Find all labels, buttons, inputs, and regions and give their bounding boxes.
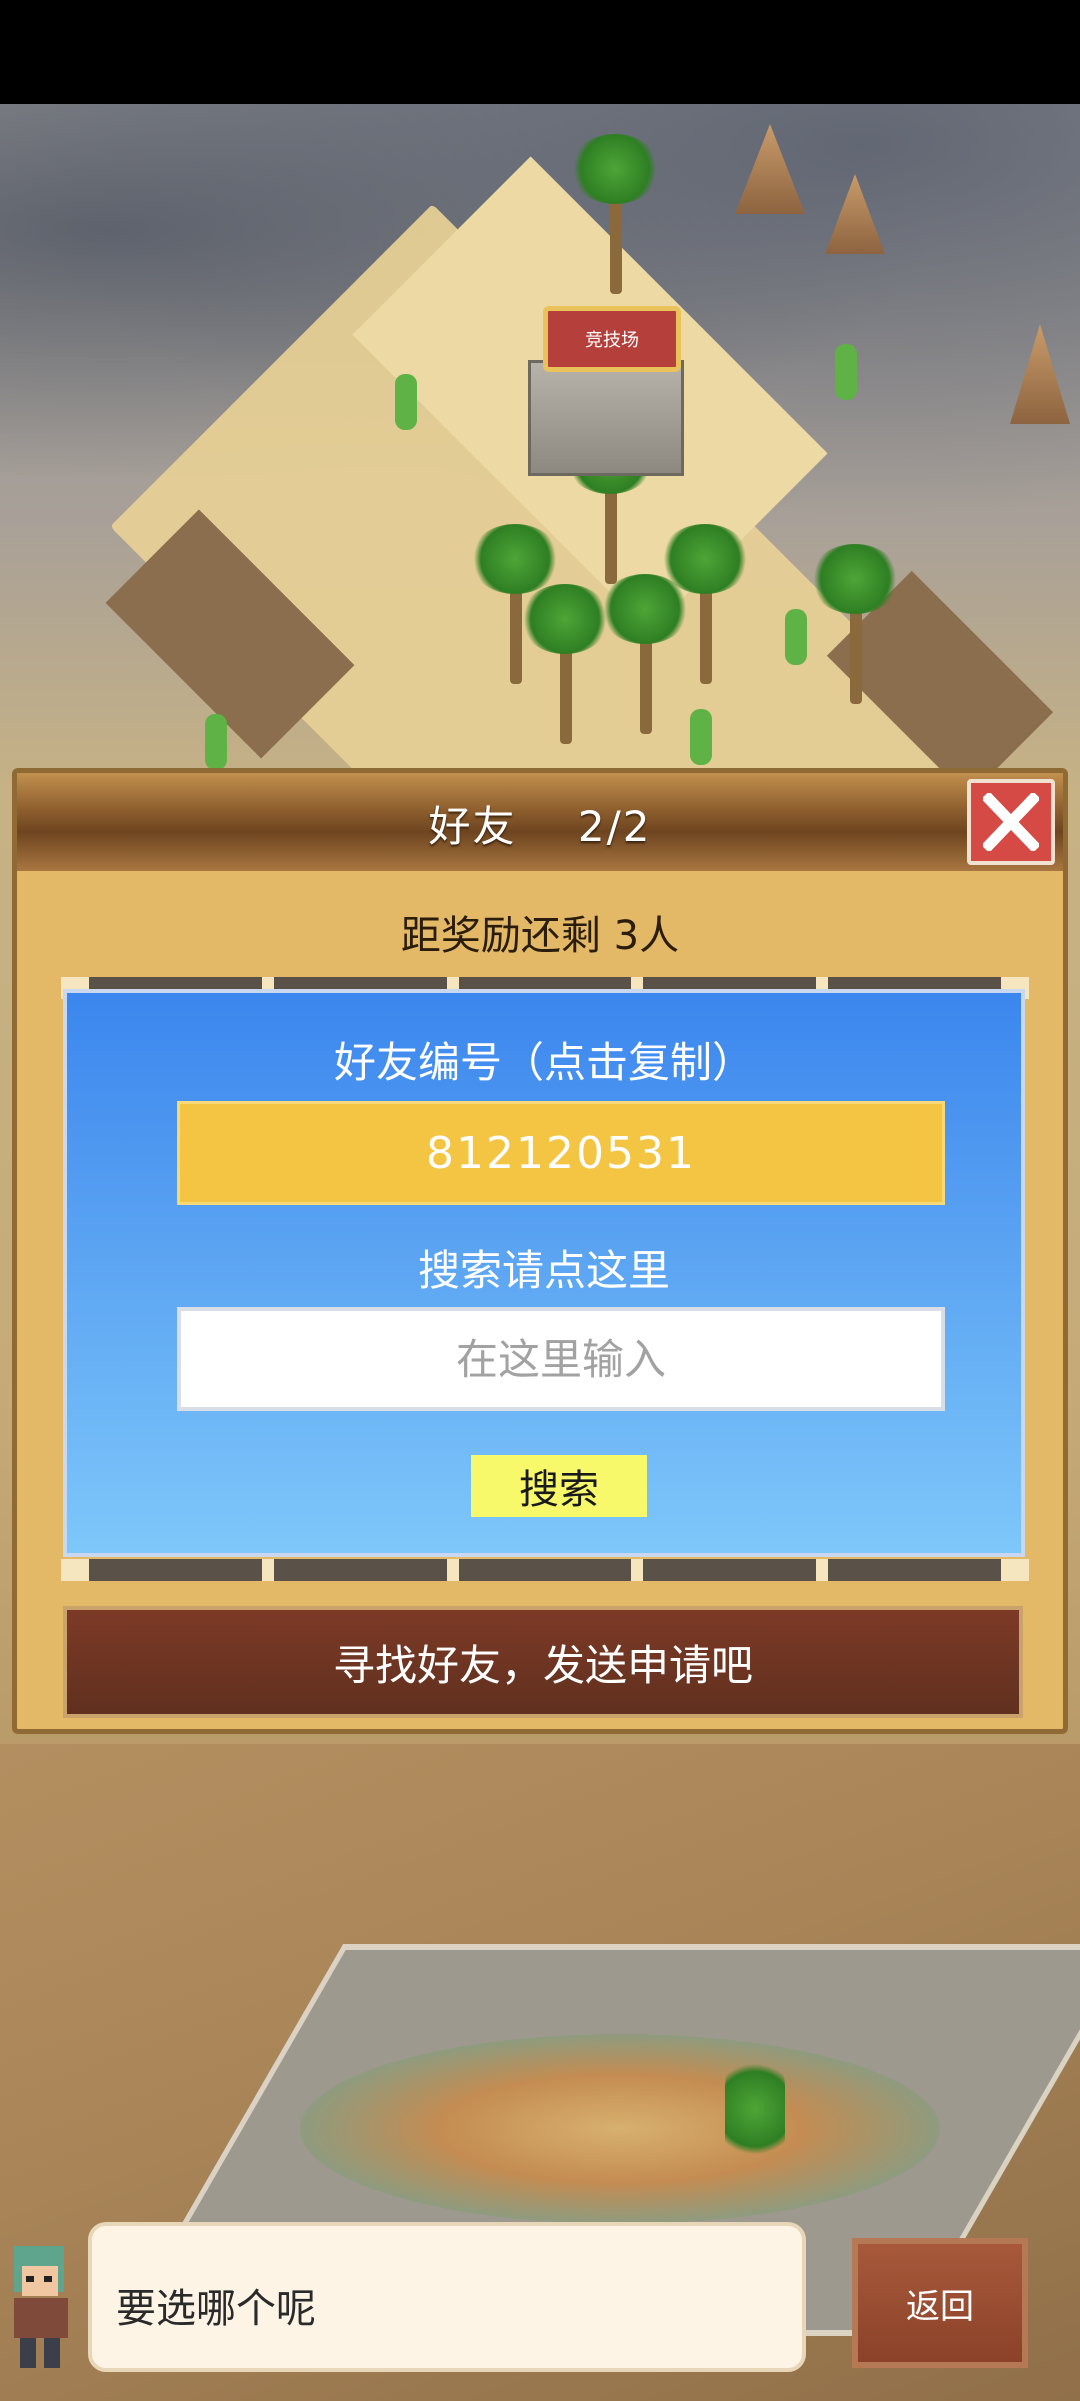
cactus xyxy=(690,709,712,765)
arena-sign[interactable]: 竞技场 xyxy=(543,306,681,372)
slot xyxy=(458,1559,632,1581)
reward-progress-text: 距奖励还剩 3人 xyxy=(400,913,680,959)
search-label: 搜索请点这里 xyxy=(417,1246,670,1295)
dialog-header: 好友 2/2 xyxy=(17,773,1063,871)
cactus xyxy=(205,714,227,770)
speech-text: 要选哪个呢 xyxy=(116,2286,316,2332)
slot xyxy=(828,1559,1001,1581)
friend-id-label: 好友编号（点击复制） xyxy=(333,1038,754,1087)
pine-tree xyxy=(725,2054,785,2214)
slot xyxy=(643,1559,817,1581)
back-button[interactable]: 返回 xyxy=(852,2238,1028,2368)
friend-dialog: 好友 2/2 距奖励还剩 3人 好友编号（点击复制） 812120531 搜索请… xyxy=(12,768,1068,1734)
stored-items xyxy=(300,2034,940,2224)
search-button[interactable]: 搜索 xyxy=(471,1455,647,1517)
friend-id-value: 812120531 xyxy=(426,1127,696,1179)
cactus xyxy=(785,609,807,665)
close-icon xyxy=(983,793,1039,851)
find-friends-button[interactable]: 寻找好友，发送申请吧 xyxy=(63,1606,1023,1718)
speech-bubble: 要选哪个呢 xyxy=(88,2222,806,2372)
palm-tree xyxy=(520,584,610,744)
search-input[interactable] xyxy=(177,1307,945,1411)
arena-label: 竞技场 xyxy=(585,330,639,351)
cactus xyxy=(395,374,417,430)
friend-search-panel: 好友编号（点击复制） 812120531 搜索请点这里 搜索 xyxy=(63,989,1025,1557)
palm-tree xyxy=(570,134,660,294)
slot xyxy=(89,1559,262,1581)
slot xyxy=(273,1559,447,1581)
close-button[interactable] xyxy=(967,779,1055,865)
character-avatar xyxy=(14,2246,68,2368)
dialog-title: 好友 2/2 xyxy=(428,802,652,851)
palm-tree xyxy=(810,544,900,704)
friend-id-copy-field[interactable]: 812120531 xyxy=(177,1101,945,1205)
slot-strip-bottom xyxy=(61,1559,1029,1581)
cactus xyxy=(835,344,857,400)
palm-tree xyxy=(600,574,690,734)
status-bar xyxy=(0,0,1080,104)
arena-tower[interactable] xyxy=(528,360,684,476)
